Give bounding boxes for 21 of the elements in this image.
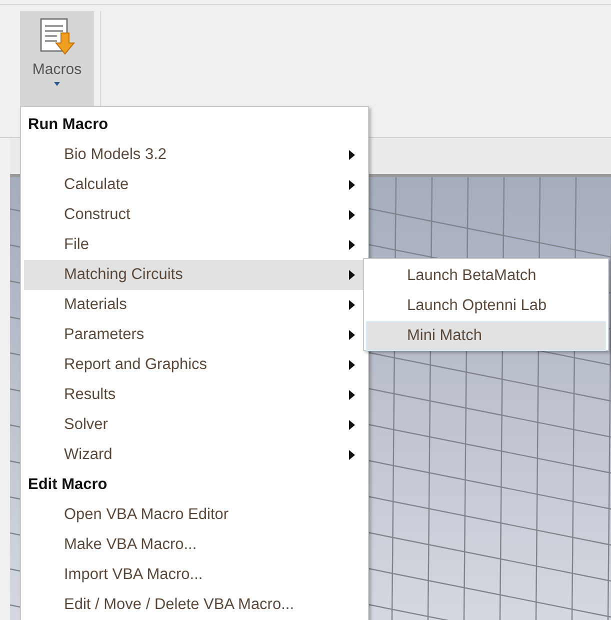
menu-item[interactable]: Results [24, 380, 365, 410]
menu-item[interactable]: Matching Circuits [24, 260, 365, 290]
menu-item[interactable]: Materials [24, 290, 365, 320]
menu-item[interactable]: Construct [24, 200, 365, 230]
menu-item[interactable]: Solver [24, 410, 365, 440]
menu-item[interactable]: File [24, 230, 365, 260]
menu-item[interactable]: Launch BetaMatch [366, 261, 606, 291]
menu-item[interactable]: Report and Graphics [24, 350, 365, 380]
menu-header: Edit Macro [27, 475, 108, 495]
menu-item[interactable]: Wizard [24, 440, 365, 470]
menu-item[interactable]: Make VBA Macro... [24, 530, 365, 560]
menu-item[interactable]: Calculate [24, 170, 365, 200]
menu-header: Run Macro [27, 115, 110, 135]
menu-item[interactable]: Edit / Move / Delete VBA Macro... [24, 590, 365, 620]
menu-item[interactable]: Mini Match [366, 321, 606, 351]
menu-item[interactable]: Launch Optenni Lab [366, 291, 606, 321]
caret-icon [53, 82, 61, 87]
menu-item[interactable]: Open VBA Macro Editor [24, 500, 365, 530]
menu-item[interactable]: Import VBA Macro... [24, 560, 365, 590]
macros-button[interactable]: Macros [20, 11, 94, 107]
menu-item[interactable]: Parameters [24, 320, 365, 350]
